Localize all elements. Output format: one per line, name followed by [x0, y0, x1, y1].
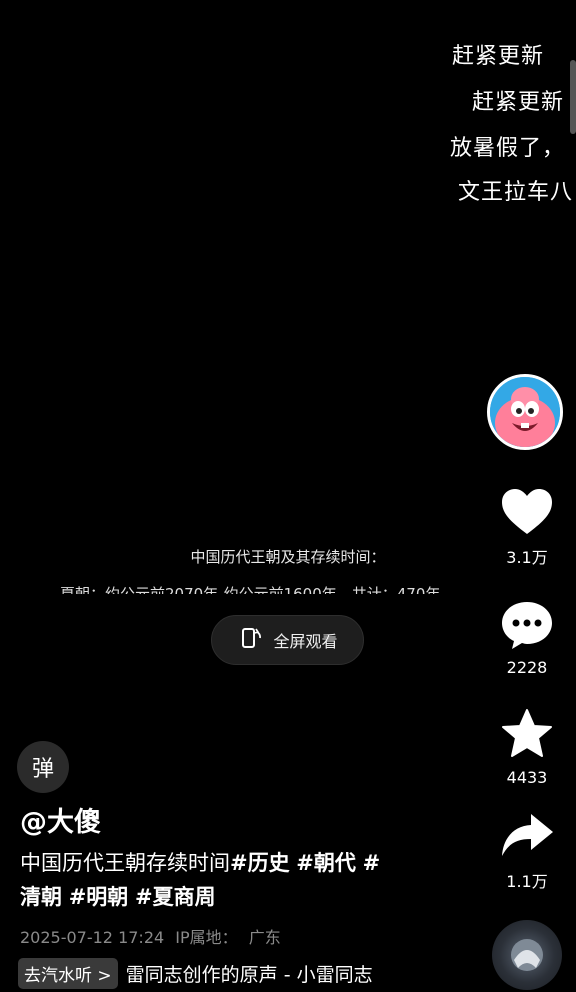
author-name[interactable]: @大傻 [20, 800, 101, 839]
like-button[interactable]: 3.1万 [494, 488, 560, 568]
music-title[interactable]: 雷同志创作的原声 - 小雷同志 [126, 960, 373, 987]
danmaku-toggle-button[interactable]: 弹 [17, 741, 69, 793]
star-icon [500, 709, 554, 764]
hashtag[interactable]: #朝代 [296, 851, 356, 875]
hashtag[interactable]: #历史 [230, 851, 290, 875]
hashtag[interactable]: 清朝 [20, 885, 62, 909]
share-count: 1.1万 [506, 872, 548, 891]
danmaku-comment: 赶紧更新 [472, 90, 565, 115]
fullscreen-button[interactable]: 全屏观看 [211, 615, 364, 665]
share-arrow-icon [499, 814, 555, 864]
share-button[interactable]: 1.1万 [494, 812, 560, 892]
author-avatar[interactable] [487, 374, 563, 450]
desc-text: 中国历代王朝存续时间 [20, 851, 230, 875]
hashtag[interactable]: #夏商周 [135, 885, 216, 909]
post-meta: 2025-07-12 17:24 IP属地： 广东 [20, 924, 287, 948]
video-content-line: 夏朝：约公元前2070年-约公元前1600年，共计：470年 [60, 585, 441, 594]
video-content-title: 中国历代王朝及其存续时间： [190, 548, 386, 566]
post-description: 中国历代王朝存续时间#历史 #朝代 # 清朝 #明朝 #夏商周 [20, 846, 420, 914]
video-feed-screen[interactable]: 赶紧更新 赶紧更新 放暑假了， 文王拉车八 中国历代王朝及其存续时间： 夏朝：约… [0, 0, 576, 992]
music-cover-art [511, 939, 543, 971]
favorite-count: 4433 [506, 768, 548, 787]
music-disc-icon[interactable] [492, 920, 562, 990]
patrick-avatar-icon [490, 377, 560, 447]
post-datetime: 2025-07-12 17:24 [20, 928, 165, 947]
fullscreen-label: 全屏观看 [273, 632, 338, 651]
ip-location: 广东 [248, 928, 281, 947]
ip-label: IP属地： [175, 928, 238, 947]
hashtag[interactable]: #明朝 [69, 885, 129, 909]
comment-bubble-icon [500, 602, 554, 654]
music-row[interactable]: 去汽水听 > 雷同志创作的原声 - 小雷同志 [18, 958, 373, 989]
edge-indicator [570, 60, 576, 134]
danmaku-comment: 放暑假了， [450, 136, 566, 161]
hashtag[interactable]: # [363, 851, 381, 875]
fullscreen-rotate-icon [237, 624, 265, 656]
heart-icon [500, 489, 554, 540]
comment-count: 2228 [506, 658, 548, 677]
danmaku-toggle-label: 弹 [31, 757, 54, 782]
danmaku-comment: 赶紧更新 [452, 44, 545, 69]
comment-button[interactable]: 2228 [494, 600, 560, 677]
video-content-line-clip: 夏朝：约公元前2070年-约公元前1600年，共计：470年 [60, 578, 510, 594]
qishui-listen-button[interactable]: 去汽水听 > [18, 958, 118, 989]
favorite-button[interactable]: 4433 [494, 708, 560, 787]
danmaku-comment: 文王拉车八 [458, 180, 574, 205]
like-count: 3.1万 [506, 548, 548, 567]
